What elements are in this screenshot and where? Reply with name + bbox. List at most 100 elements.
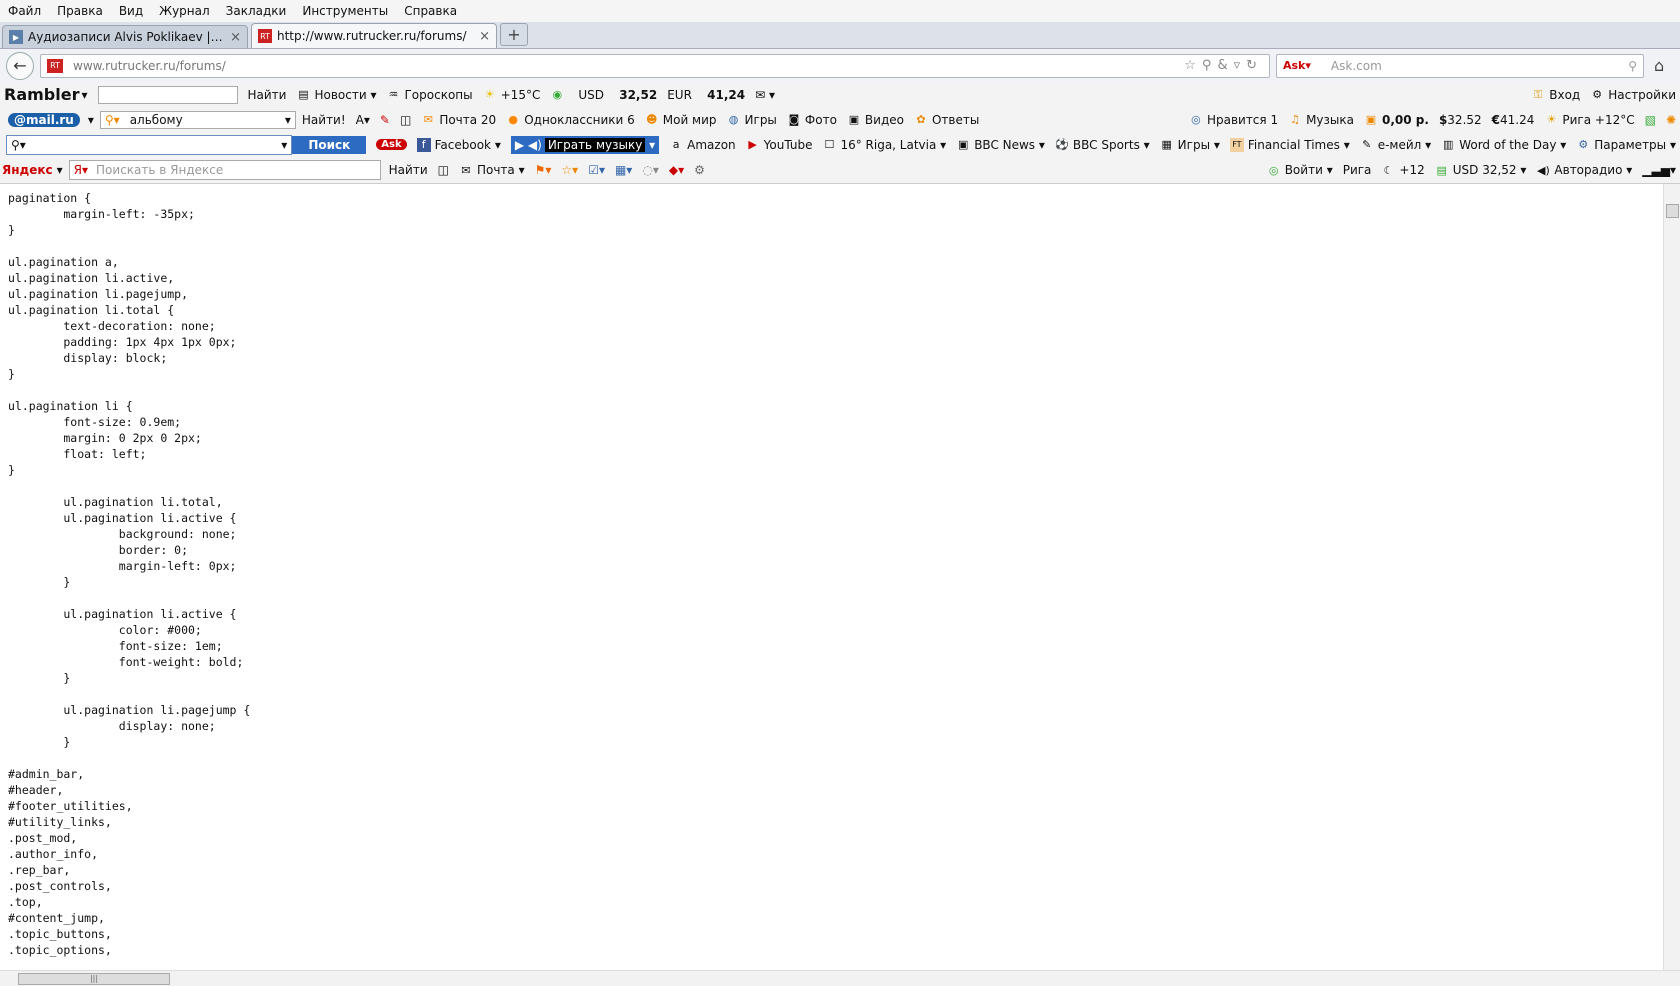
- ask-facebook[interactable]: f Facebook ▾: [416, 137, 501, 152]
- horizontal-scrollbar[interactable]: |||: [0, 970, 1680, 986]
- games-icon: ◍: [728, 113, 739, 126]
- tab-rutrucker[interactable]: RT http://www.rutrucker.ru/forums/ ×: [251, 23, 497, 48]
- mailru-photo[interactable]: ◙ Фото: [787, 113, 837, 127]
- scroll-thumb[interactable]: |||: [18, 973, 170, 985]
- gear-icon[interactable]: ✺: [1666, 113, 1676, 127]
- back-button[interactable]: ←: [6, 51, 34, 80]
- ask-logo-icon[interactable]: Ask: [376, 139, 407, 150]
- close-icon[interactable]: ×: [230, 30, 241, 45]
- mailru-search-input[interactable]: ⚲▾ альбому ▾: [99, 110, 296, 129]
- rambler-news[interactable]: ▤ Новости ▾: [296, 88, 376, 102]
- yandex-login[interactable]: ◎ Войти ▾: [1267, 163, 1333, 177]
- mailru-logo[interactable]: @mail.ru: [8, 112, 80, 127]
- chevron-down-icon[interactable]: ▾: [81, 88, 87, 102]
- lens-icon[interactable]: ◫: [400, 113, 411, 127]
- ask-amazon[interactable]: a Amazon: [669, 138, 736, 152]
- yandex-find-button[interactable]: Найти: [389, 163, 428, 177]
- menu-view[interactable]: Вид: [119, 4, 143, 18]
- ask-search-button[interactable]: Поиск: [292, 135, 367, 154]
- rambler-search-input[interactable]: [97, 85, 238, 104]
- yandex-logo[interactable]: Яндекс: [2, 163, 53, 177]
- mailru-moimir[interactable]: ☻ Мой мир: [645, 113, 717, 127]
- mailru-answers[interactable]: ✿ Ответы: [914, 113, 979, 127]
- url-bar[interactable]: RT www.rutrucker.ru/forums/ ☆⚲&▿↻: [40, 53, 1270, 78]
- menu-bookmarks[interactable]: Закладки: [226, 4, 287, 18]
- ask-search-input[interactable]: ⚲▾ ▾: [6, 134, 293, 155]
- chevron-down-icon[interactable]: ▾: [57, 163, 63, 177]
- mailru-games[interactable]: ◍ Игры: [727, 113, 777, 127]
- menu-tools[interactable]: Инструменты: [302, 4, 388, 18]
- rambler-weather[interactable]: ☀ +15°C: [483, 88, 541, 102]
- ask-bbc-news[interactable]: ▣ BBC News ▾: [956, 138, 1045, 152]
- ask-email[interactable]: ✎ e-мейл ▾: [1360, 138, 1431, 152]
- mailru-balance[interactable]: ▣ 0,00 р.: [1364, 113, 1429, 127]
- rambler-currency-icon[interactable]: ◉: [550, 88, 568, 102]
- check-icon[interactable]: ☑▾: [588, 163, 605, 177]
- star-icon[interactable]: ☆▾: [561, 163, 578, 177]
- tab-audio[interactable]: ▶ Аудиозаписи Alvis Poklikaev | 69 ауд..…: [2, 25, 248, 48]
- ask-play-music[interactable]: ▶ ◀) Играть музыку ▾: [510, 135, 660, 154]
- chevron-down-icon[interactable]: ▾: [281, 138, 287, 152]
- ask-financial-times[interactable]: FT Financial Times ▾: [1229, 137, 1350, 152]
- mailru-video[interactable]: ▣ Видео: [847, 113, 904, 127]
- money-icon: ▤: [1436, 163, 1447, 177]
- ask-bbc-sports[interactable]: ⚽ BBC Sports ▾: [1055, 138, 1150, 152]
- ask-params[interactable]: ⚙ Параметры ▾: [1576, 138, 1676, 152]
- gear-icon: ⚙: [1592, 88, 1603, 101]
- home-icon[interactable]: ⌂: [1654, 56, 1664, 75]
- rambler-find-button[interactable]: Найти: [248, 88, 287, 102]
- yandex-temp[interactable]: ☾ +12: [1381, 163, 1424, 177]
- ask-youtube[interactable]: ▶ YouTube: [746, 138, 812, 152]
- ask-toolbar: ⚲▾ ▾ Поиск Ask f Facebook ▾ ▶ ◀) Играть м…: [0, 132, 1680, 157]
- mailru-likes[interactable]: ◎ Нравится 1: [1189, 113, 1278, 127]
- ask-logo-icon[interactable]: Ask▾: [1283, 59, 1311, 72]
- mailru-find-button[interactable]: Найти!: [302, 113, 346, 127]
- url-actions-icon[interactable]: ☆⚲&▿↻: [1184, 58, 1263, 73]
- chevron-down-icon[interactable]: ▾: [285, 113, 291, 127]
- translate-icon[interactable]: ▦▾: [615, 163, 632, 177]
- menu-file[interactable]: Файл: [8, 4, 41, 18]
- mailru-mail[interactable]: ✉ Почта 20: [421, 113, 497, 127]
- bookmarks-icon[interactable]: ◫: [438, 163, 449, 177]
- mail-icon[interactable]: ✉ ▾: [755, 88, 775, 102]
- scroll-thumb[interactable]: [1666, 204, 1679, 218]
- vertical-scrollbar[interactable]: [1663, 184, 1680, 971]
- chat-icon[interactable]: ◌▾: [642, 163, 659, 177]
- menu-history[interactable]: Журнал: [159, 4, 210, 18]
- ask-games[interactable]: ▦ Игры ▾: [1160, 138, 1219, 152]
- horoscope-icon: ♒: [388, 88, 399, 101]
- news-icon: ▤: [298, 88, 309, 101]
- rambler-logo[interactable]: Rambler: [4, 85, 79, 104]
- menu-help[interactable]: Справка: [404, 4, 457, 18]
- mailru-odnoklassniki[interactable]: ● Одноклассники 6: [506, 113, 634, 127]
- mailru-music[interactable]: ♫ Музыка: [1288, 113, 1354, 127]
- yandex-search-input[interactable]: Я▾ Поискать в Яндексе: [68, 160, 381, 180]
- highlighter-icon[interactable]: ✎: [380, 113, 390, 127]
- pin-icon[interactable]: ⚑▾: [535, 163, 552, 177]
- key-icon: ⚿: [1534, 87, 1543, 101]
- search-bar[interactable]: Ask▾ Ask.com ⚲: [1276, 53, 1644, 78]
- ask-word-of-day[interactable]: ▥ Word of the Day ▾: [1441, 138, 1566, 152]
- rambler-horoscopes[interactable]: ♒ Гороскопы: [386, 88, 473, 102]
- menu-edit[interactable]: Правка: [57, 4, 103, 18]
- map-icon[interactable]: ▧: [1645, 113, 1656, 127]
- rambler-settings[interactable]: ⚙ Настройки: [1590, 88, 1676, 102]
- gear-icon[interactable]: ⚙: [694, 163, 705, 177]
- yandex-city[interactable]: Рига: [1343, 163, 1372, 177]
- new-tab-button[interactable]: +: [500, 23, 528, 46]
- close-icon[interactable]: ×: [479, 29, 490, 44]
- ask-weather[interactable]: ☐ 16° Riga, Latvia ▾: [822, 138, 947, 152]
- rt-favicon-icon: RT: [47, 58, 63, 73]
- sports-icon: ⚽: [1055, 138, 1069, 151]
- search-icon[interactable]: ⚲: [1628, 59, 1637, 73]
- chevron-down-icon[interactable]: ▾: [88, 113, 94, 127]
- signal-icon[interactable]: ▁▃▅▾: [1642, 163, 1676, 177]
- yandex-usd[interactable]: ▤ USD 32,52 ▾: [1435, 163, 1527, 177]
- mailru-weather[interactable]: ☀ Рига +12°C: [1544, 113, 1634, 127]
- font-size-icon[interactable]: A▾: [356, 113, 370, 127]
- yandex-mail[interactable]: ✉ Почта ▾: [459, 163, 524, 177]
- rambler-login[interactable]: ⚿ Вход: [1531, 88, 1580, 102]
- yandex-radio[interactable]: ◀) Авторадио ▾: [1536, 163, 1632, 177]
- cube-icon[interactable]: ◆▾: [669, 163, 684, 177]
- sun-icon: ☀: [484, 88, 495, 101]
